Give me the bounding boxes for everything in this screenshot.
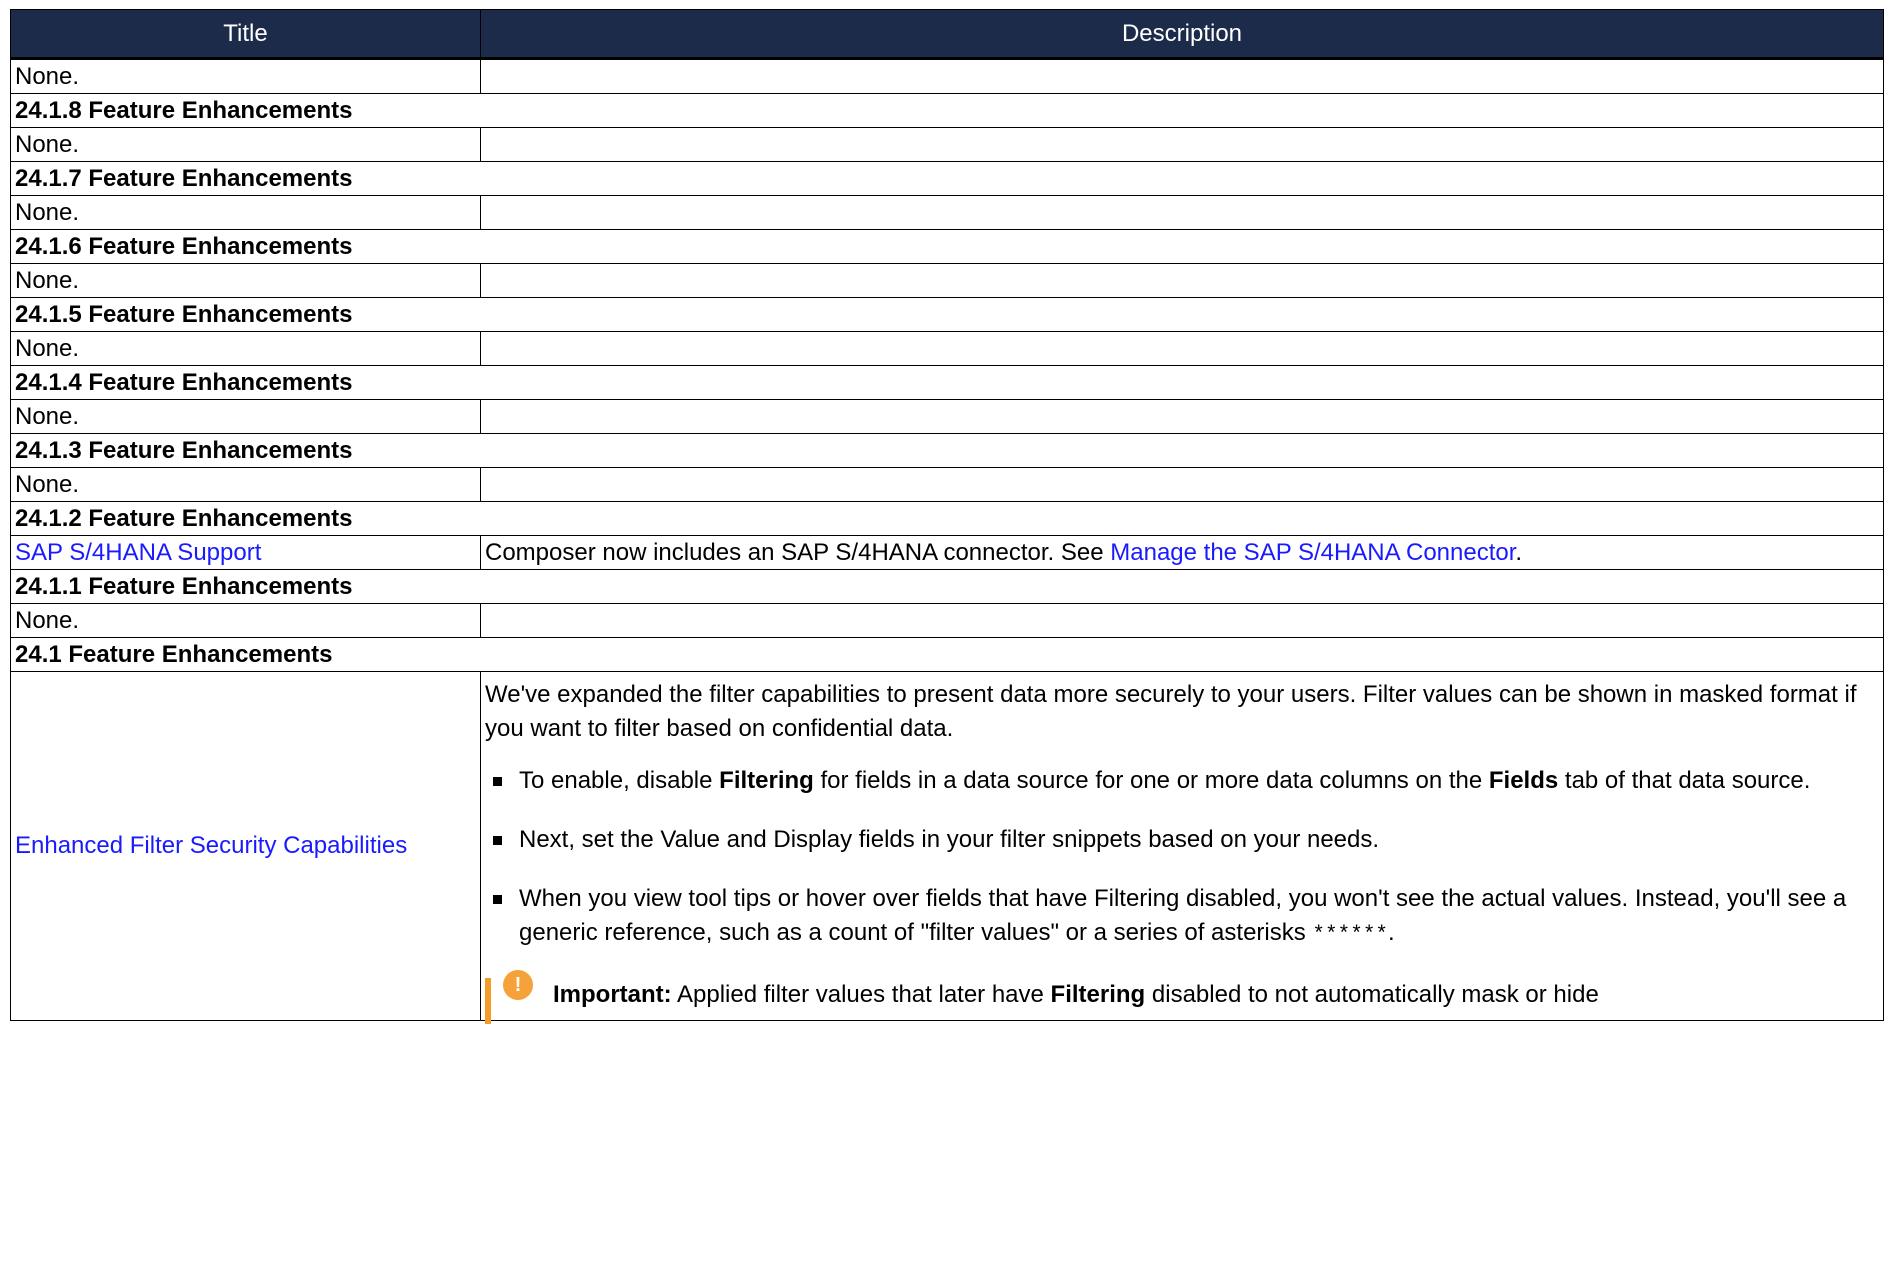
bullet-icon: [493, 895, 502, 904]
title-cell: None.: [10, 263, 481, 298]
description-cell: [480, 467, 1884, 502]
feature-intro: We've expanded the filter capabilities t…: [485, 681, 1857, 742]
header-row: Title Description: [10, 9, 1884, 60]
note-accent-bar: [485, 978, 491, 1024]
description-cell: [480, 127, 1884, 162]
section-heading: 24.1.3 Feature Enhancements: [10, 433, 1884, 468]
title-cell: None.: [10, 195, 481, 230]
sap-s4hana-support-link[interactable]: SAP S/4HANA Support: [15, 539, 261, 566]
title-cell: None.: [10, 467, 481, 502]
list-item: When you view tool tips or hover over fi…: [485, 882, 1879, 953]
feature-row: Enhanced Filter Security Capabilities We…: [10, 671, 1884, 1024]
section-heading: 24.1.7 Feature Enhancements: [10, 161, 1884, 196]
section-heading: 24.1 Feature Enhancements: [10, 637, 1884, 672]
section-row: 24.1.4 Feature Enhancements: [10, 365, 1884, 400]
title-cell: None.: [10, 127, 481, 162]
description-cell: [480, 195, 1884, 230]
description-cell: [480, 603, 1884, 638]
description-text-end: .: [1515, 538, 1523, 566]
description-cell: [480, 331, 1884, 366]
table-row: SAP S/4HANA Support Composer now include…: [10, 535, 1884, 570]
title-cell: None.: [10, 399, 481, 434]
section-row: 24.1.7 Feature Enhancements: [10, 161, 1884, 196]
section-row: 24.1.5 Feature Enhancements: [10, 297, 1884, 332]
section-row: 24.1.3 Feature Enhancements: [10, 433, 1884, 468]
table-row: None.: [10, 195, 1884, 230]
table-row: None.: [10, 263, 1884, 298]
section-row: 24.1 Feature Enhancements: [10, 637, 1884, 672]
masked-value: ******: [1312, 924, 1389, 947]
description-cell: We've expanded the filter capabilities t…: [480, 671, 1884, 1024]
title-cell: SAP S/4HANA Support: [10, 535, 481, 570]
table-row: None.: [10, 58, 1884, 94]
section-heading: 24.1.8 Feature Enhancements: [10, 93, 1884, 128]
list-item: Next, set the Value and Display fields i…: [485, 823, 1879, 857]
table-row: None.: [10, 127, 1884, 162]
section-row: 24.1.8 Feature Enhancements: [10, 93, 1884, 128]
manage-connector-link[interactable]: Manage the SAP S/4HANA Connector: [1110, 539, 1515, 566]
bullet-icon: [493, 777, 502, 786]
description-cell: [480, 399, 1884, 434]
section-heading: 24.1.4 Feature Enhancements: [10, 365, 1884, 400]
table-row: None.: [10, 467, 1884, 502]
important-note: ! Important: Applied filter values that …: [485, 970, 1879, 1024]
title-cell: None.: [10, 603, 481, 638]
feature-bullets: To enable, disable Filtering for fields …: [485, 764, 1879, 953]
description-cell: Composer now includes an SAP S/4HANA con…: [480, 535, 1884, 570]
description-text: Composer now includes an SAP S/4HANA con…: [485, 538, 1111, 566]
section-heading: 24.1.2 Feature Enhancements: [10, 501, 1884, 536]
note-label: Important:: [553, 981, 672, 1008]
release-notes-table: Title Description None. 24.1.8 Feature E…: [10, 9, 1884, 1024]
description-cell: [480, 58, 1884, 94]
table-row: None.: [10, 603, 1884, 638]
exclamation-icon: !: [503, 970, 533, 1000]
section-heading: 24.1.1 Feature Enhancements: [10, 569, 1884, 604]
title-cell: Enhanced Filter Security Capabilities: [10, 671, 481, 1021]
enhanced-filter-security-link[interactable]: Enhanced Filter Security Capabilities: [15, 832, 407, 859]
table-row: None.: [10, 399, 1884, 434]
section-row: 24.1.1 Feature Enhancements: [10, 569, 1884, 604]
bullet-icon: [493, 836, 502, 845]
description-cell: [480, 263, 1884, 298]
section-heading: 24.1.5 Feature Enhancements: [10, 297, 1884, 332]
list-item: To enable, disable Filtering for fields …: [485, 764, 1879, 798]
section-heading: 24.1.6 Feature Enhancements: [10, 229, 1884, 264]
section-row: 24.1.2 Feature Enhancements: [10, 501, 1884, 536]
title-cell: None.: [10, 331, 481, 366]
table-row: None.: [10, 331, 1884, 366]
title-column-header: Title: [10, 9, 481, 60]
description-column-header: Description: [480, 9, 1884, 60]
title-cell: None.: [10, 58, 481, 94]
section-row: 24.1.6 Feature Enhancements: [10, 229, 1884, 264]
